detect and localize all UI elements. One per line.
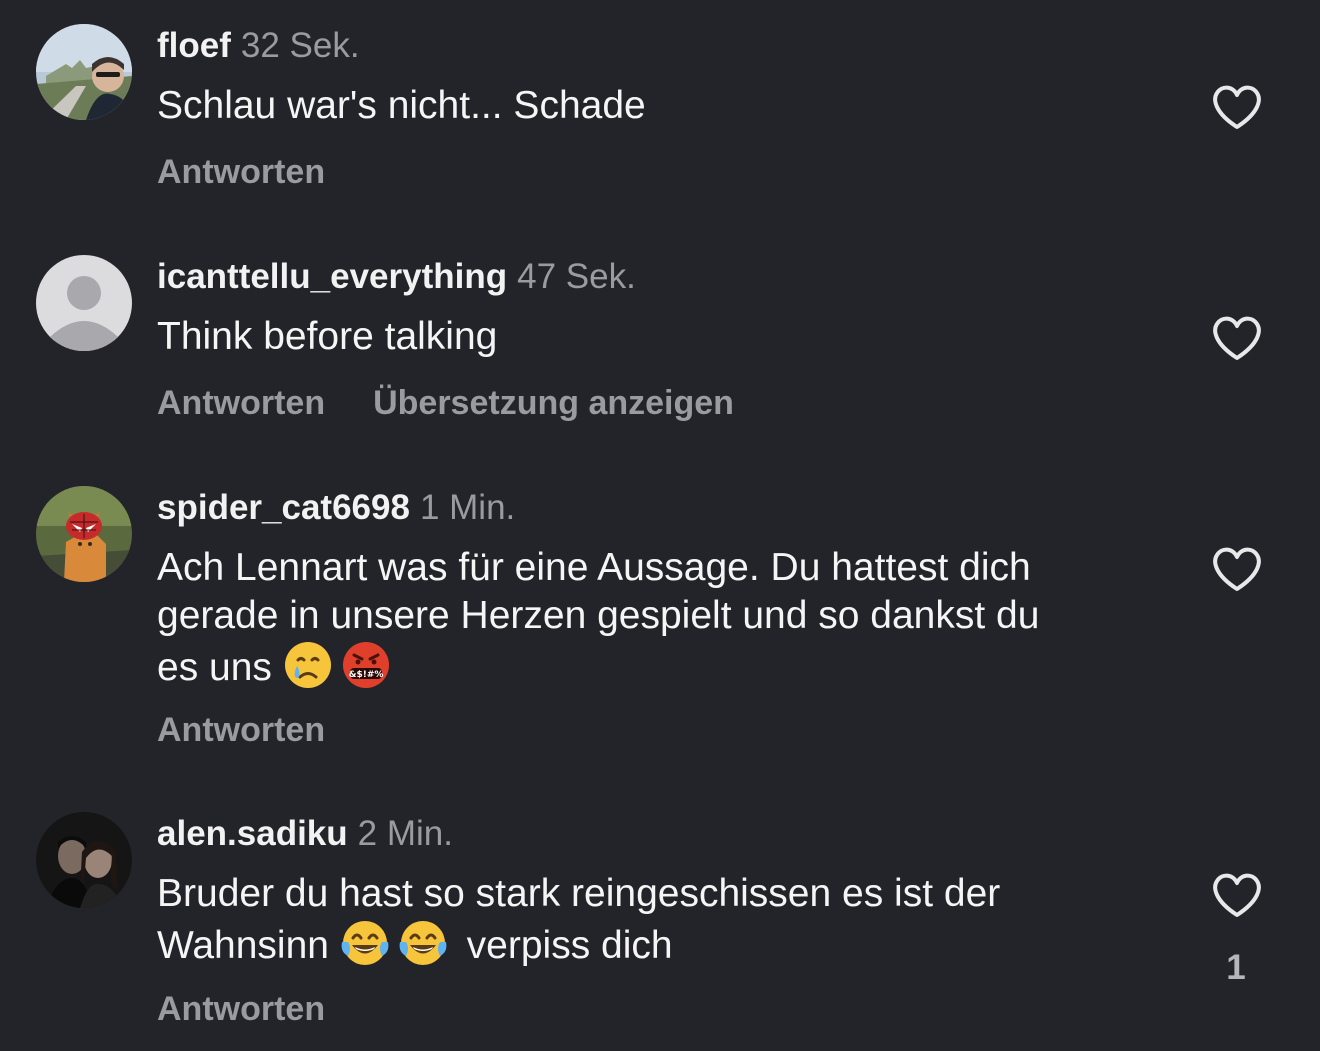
comment-text: Schlau war's nicht... Schade bbox=[157, 84, 646, 127]
like-button[interactable] bbox=[1210, 82, 1264, 132]
avatar[interactable] bbox=[36, 486, 132, 582]
timestamp: 32 Sek. bbox=[240, 26, 360, 65]
comment-actions: Antworten bbox=[157, 989, 325, 1029]
comment-text-fragment: verpiss dich bbox=[466, 924, 673, 967]
like-button[interactable] bbox=[1210, 313, 1264, 363]
avatar[interactable] bbox=[36, 255, 132, 351]
comment-text: Bruder du hast so stark reingeschissen e… bbox=[157, 870, 1157, 970]
cursing-face-emoji-icon: &$!#% bbox=[341, 640, 391, 690]
heart-icon bbox=[1213, 85, 1261, 129]
comment-text-line: Wahnsinn verpiss dich bbox=[157, 918, 1157, 970]
comment-text: Think before talking bbox=[157, 315, 498, 358]
translate-button[interactable]: Übersetzung anzeigen bbox=[373, 384, 734, 422]
comment-actions: Antworten Übersetzung anzeigen bbox=[157, 383, 734, 423]
comment-text: Ach Lennart was für eine Aussage. Du hat… bbox=[157, 544, 1157, 692]
heart-icon bbox=[1213, 873, 1261, 917]
crying-face-emoji-icon bbox=[283, 640, 333, 690]
comment-header: alen.sadiku 2 Min. bbox=[157, 814, 453, 854]
avatar-photo-icon bbox=[36, 24, 132, 120]
heart-icon bbox=[1213, 547, 1261, 591]
avatar[interactable] bbox=[36, 24, 132, 120]
timestamp: 1 Min. bbox=[419, 488, 516, 527]
reply-button[interactable]: Antworten bbox=[157, 990, 325, 1028]
comment-header: icanttellu_everything 47 Sek. bbox=[157, 257, 636, 297]
avatar[interactable] bbox=[36, 812, 132, 908]
default-avatar-icon bbox=[36, 255, 132, 351]
avatar-cat-photo-icon bbox=[36, 486, 132, 582]
reply-button[interactable]: Antworten bbox=[157, 384, 325, 422]
comment-header: spider_cat6698 1 Min. bbox=[157, 488, 515, 528]
svg-text:&$!#%: &$!#% bbox=[348, 670, 383, 680]
comment-list: floef 32 Sek. Schlau war's nicht... Schad… bbox=[0, 0, 1320, 1051]
comment-text-line: Ach Lennart was für eine Aussage. Du hat… bbox=[157, 546, 1031, 589]
like-button[interactable] bbox=[1210, 544, 1264, 594]
comment-actions: Antworten bbox=[157, 710, 325, 750]
comment-actions: Antworten bbox=[157, 152, 325, 192]
like-button[interactable] bbox=[1210, 870, 1264, 920]
comment-text-line: Bruder du hast so stark reingeschissen e… bbox=[157, 872, 1001, 915]
like-count: 1 bbox=[1226, 948, 1246, 987]
heart-icon bbox=[1213, 316, 1261, 360]
reply-button[interactable]: Antworten bbox=[157, 153, 325, 191]
avatar-couple-photo-icon bbox=[36, 812, 132, 908]
username[interactable]: icanttellu_everything bbox=[157, 257, 507, 296]
username[interactable]: floef bbox=[157, 26, 231, 65]
timestamp: 47 Sek. bbox=[517, 257, 636, 296]
tears-of-joy-emoji-icon bbox=[340, 918, 390, 968]
timestamp: 2 Min. bbox=[357, 814, 453, 853]
comment-text-fragment: es uns bbox=[157, 646, 272, 689]
comment-header: floef 32 Sek. bbox=[157, 26, 360, 66]
comment-text-line: es uns &$!#% bbox=[157, 640, 1157, 692]
tears-of-joy-emoji-icon bbox=[398, 918, 448, 968]
username[interactable]: spider_cat6698 bbox=[157, 488, 410, 527]
comment-text-line: gerade in unsere Herzen gespielt und so … bbox=[157, 594, 1040, 637]
comment-text-fragment: Wahnsinn bbox=[157, 924, 329, 967]
reply-button[interactable]: Antworten bbox=[157, 711, 325, 749]
username[interactable]: alen.sadiku bbox=[157, 814, 348, 853]
